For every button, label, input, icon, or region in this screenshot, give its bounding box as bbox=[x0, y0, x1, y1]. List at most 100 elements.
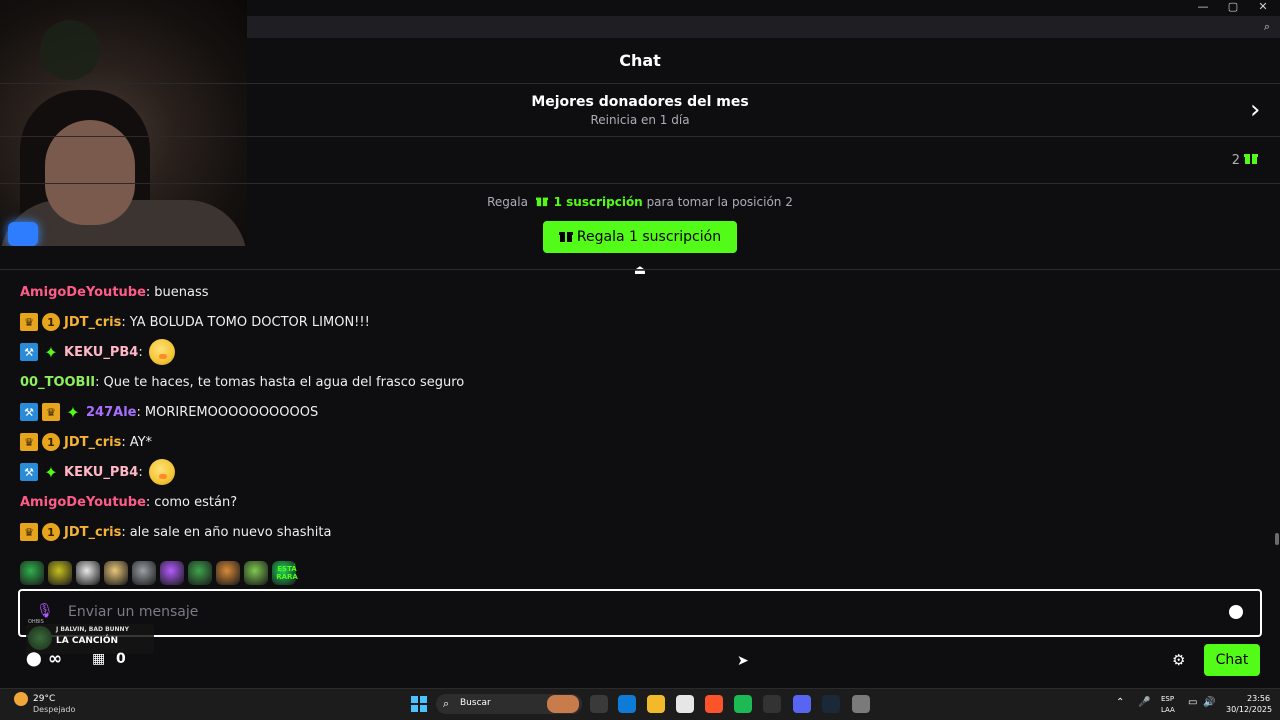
separator: : bbox=[95, 374, 100, 390]
chat-username[interactable]: AmigoDeYoutube bbox=[20, 285, 146, 300]
gear-icon[interactable]: ⚙ bbox=[1172, 651, 1188, 669]
emote-bar bbox=[20, 560, 310, 586]
taskbar-app-icon[interactable] bbox=[793, 695, 811, 713]
taskbar-app-icon[interactable] bbox=[852, 695, 870, 713]
points-count: ∞ bbox=[48, 649, 63, 669]
emoji-icon[interactable] bbox=[1229, 605, 1243, 619]
taskbar-app-icon[interactable] bbox=[618, 695, 636, 713]
zoom-icon[interactable]: ⌕ bbox=[1264, 20, 1270, 34]
chevron-up-icon[interactable]: ⌃ bbox=[1116, 697, 1124, 708]
taskbar-app-icon[interactable] bbox=[705, 695, 723, 713]
emote-icon[interactable] bbox=[188, 561, 212, 585]
subscriber-badge-icon[interactable]: 1 bbox=[42, 433, 60, 451]
gift-icon bbox=[535, 197, 548, 207]
now-playing-song: LA CANCIÓN bbox=[56, 636, 119, 646]
taskbar-app-icon[interactable] bbox=[676, 695, 694, 713]
chat-username[interactable]: 247Ale bbox=[86, 405, 136, 420]
chat-username[interactable]: JDT_cris bbox=[64, 435, 121, 450]
now-playing-artist: J BALVIN, BAD BUNNY bbox=[56, 626, 129, 633]
emote-icon[interactable] bbox=[76, 561, 100, 585]
search-icon: ⌕ bbox=[443, 697, 450, 710]
chat-message: ♛ 1 JDT_cris: ale sale en año nuevo shashit… bbox=[20, 520, 331, 544]
store-icon[interactable]: ▦ bbox=[92, 651, 108, 667]
chick-emote-icon bbox=[148, 339, 175, 365]
crown-badge-icon[interactable]: ♛ bbox=[20, 433, 38, 451]
chat-username[interactable]: 00_TOOBII bbox=[20, 375, 95, 390]
weather-temperature[interactable]: 29°C bbox=[33, 694, 55, 704]
taskbar-app-icon[interactable] bbox=[590, 695, 608, 713]
emote-icon[interactable] bbox=[104, 561, 128, 585]
emote-icon[interactable] bbox=[48, 561, 72, 585]
now-playing-widget: OHBIS J BALVIN, BAD BUNNY LA CANCIÓN bbox=[26, 619, 154, 654]
search-label: Buscar bbox=[460, 698, 491, 708]
chat-username[interactable]: KEKU_PB4 bbox=[64, 465, 138, 480]
microphone-icon[interactable]: 🎤 bbox=[1138, 697, 1150, 708]
sparkle-badge-icon[interactable]: ✦ bbox=[42, 343, 60, 362]
separator: : bbox=[136, 404, 141, 420]
chick-emote-icon bbox=[148, 459, 175, 485]
gift-prompt-highlight: 1 suscripción bbox=[553, 195, 643, 209]
emote-icon[interactable] bbox=[132, 561, 156, 585]
collapse-icon[interactable]: ⏏ bbox=[632, 263, 648, 278]
taskbar-app-icon[interactable] bbox=[647, 695, 665, 713]
maximize-button[interactable]: ▢ bbox=[1218, 0, 1248, 16]
weather-icon[interactable] bbox=[14, 692, 28, 706]
store-count: 0 bbox=[116, 651, 126, 667]
start-icon[interactable] bbox=[411, 696, 427, 712]
chat-message: ⚒ ✦ KEKU_PB4: bbox=[20, 339, 175, 365]
sparkle-badge-icon[interactable]: ✦ bbox=[42, 463, 60, 482]
points-icon[interactable]: ⬤ bbox=[26, 651, 46, 667]
chat-message-text: como están? bbox=[154, 494, 238, 510]
chat-username[interactable]: KEKU_PB4 bbox=[64, 345, 138, 360]
chat-username[interactable]: JDT_cris bbox=[64, 315, 121, 330]
emote-icon[interactable] bbox=[20, 561, 44, 585]
emote-icon[interactable] bbox=[244, 561, 268, 585]
gift-subscription-button[interactable]: Regala 1 suscripción bbox=[543, 221, 737, 253]
taskbar-app-icon[interactable] bbox=[822, 695, 840, 713]
separator: : bbox=[145, 494, 151, 510]
separator: : bbox=[138, 464, 143, 480]
weather-condition[interactable]: Despejado bbox=[33, 705, 75, 714]
volume-icon[interactable]: 🔊 bbox=[1203, 697, 1215, 708]
chat-message: AmigoDeYoutube: como están? bbox=[20, 490, 237, 514]
webcam-overlay bbox=[0, 0, 247, 246]
gift-count-row: 2 bbox=[247, 137, 1280, 183]
subscriber-badge-icon[interactable]: 1 bbox=[42, 523, 60, 541]
sparkle-badge-icon[interactable]: ✦ bbox=[64, 403, 82, 422]
emote-text[interactable]: ESTÁ RARA bbox=[276, 565, 298, 581]
clock-date[interactable]: 30/12/2025 bbox=[1226, 705, 1272, 714]
separator: : bbox=[121, 314, 126, 330]
chat-username[interactable]: AmigoDeYoutube bbox=[20, 495, 146, 510]
emote-icon[interactable] bbox=[216, 561, 240, 585]
moderator-badge-icon[interactable]: ⚒ bbox=[20, 463, 38, 481]
search-highlight-image bbox=[547, 695, 579, 713]
album-cover bbox=[28, 626, 52, 650]
chat-input[interactable] bbox=[68, 600, 1218, 624]
chevron-right-icon[interactable]: › bbox=[1250, 95, 1270, 125]
chat-message: ⚒ ✦ KEKU_PB4: bbox=[20, 459, 175, 485]
chat-message: ⚒ ♛ ✦ 247Ale: MORIREMOOOOOOOOOOS bbox=[20, 400, 318, 424]
donors-reset-text: Reinicia en 1 día bbox=[590, 113, 690, 127]
emote-icon[interactable] bbox=[160, 561, 184, 585]
taskbar-app-icon[interactable] bbox=[734, 695, 752, 713]
moderator-badge-icon[interactable]: ⚒ bbox=[20, 343, 38, 361]
crown-badge-icon[interactable]: ♛ bbox=[20, 523, 38, 541]
chat-message: 00_TOOBII: Que te haces, te tomas hasta e… bbox=[20, 370, 464, 394]
close-button[interactable]: ✕ bbox=[1248, 0, 1278, 16]
crown-badge-icon[interactable]: ♛ bbox=[42, 403, 60, 421]
chat-username[interactable]: JDT_cris bbox=[64, 525, 121, 540]
crown-badge-icon[interactable]: ♛ bbox=[20, 313, 38, 331]
top-donors-panel[interactable]: Mejores donadores del mes Reinicia en 1 … bbox=[247, 84, 1033, 136]
send-chat-button[interactable]: Chat bbox=[1204, 644, 1260, 676]
chat-message-text: Que te haces, te tomas hasta el agua del… bbox=[103, 374, 465, 390]
minimize-button[interactable]: — bbox=[1188, 0, 1218, 16]
taskbar-app-icon[interactable] bbox=[763, 695, 781, 713]
clock-time[interactable]: 23:56 bbox=[1247, 694, 1270, 703]
scrollbar[interactable] bbox=[1275, 533, 1279, 545]
keyboard-layout[interactable]: LAA bbox=[1161, 706, 1175, 714]
moderator-badge-icon[interactable]: ⚒ bbox=[20, 403, 38, 421]
separator: : bbox=[145, 284, 151, 300]
network-icon[interactable]: ▭ bbox=[1188, 697, 1197, 708]
language-indicator[interactable]: ESP bbox=[1161, 695, 1174, 703]
subscriber-badge-icon[interactable]: 1 bbox=[42, 313, 60, 331]
